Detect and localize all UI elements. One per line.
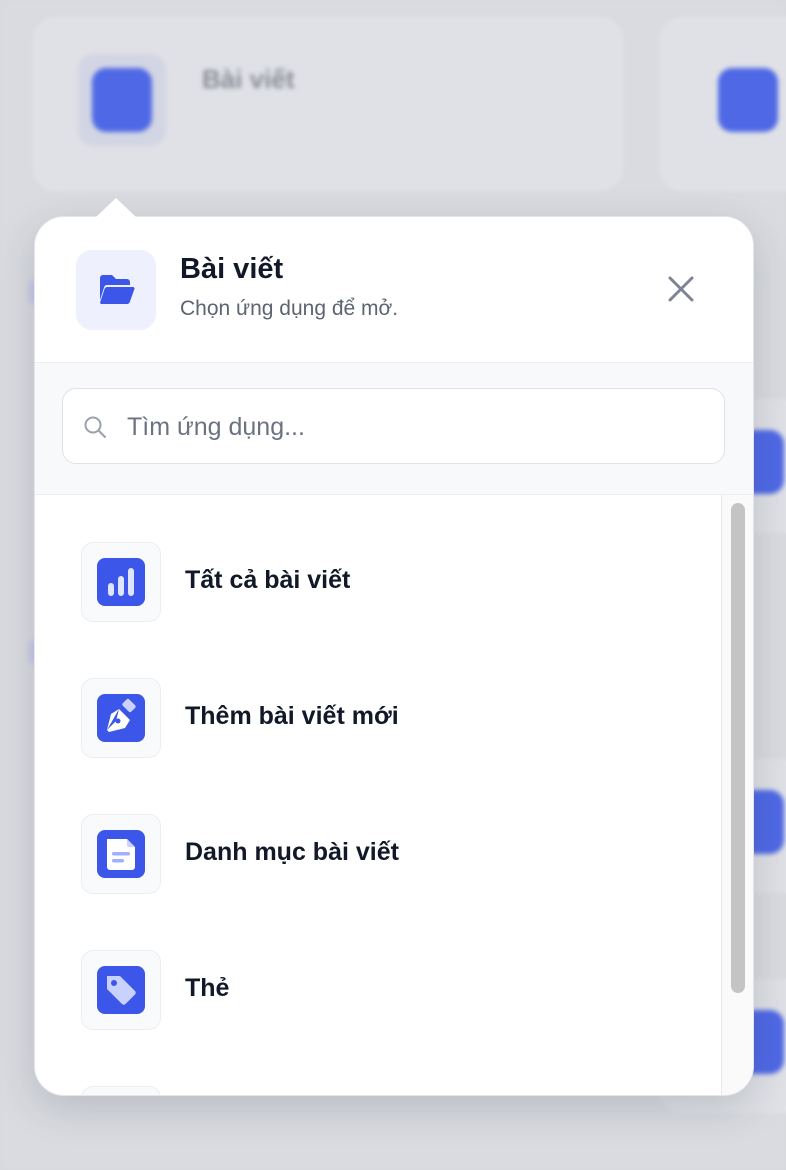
popover-caret — [96, 198, 136, 217]
search-icon — [84, 416, 106, 438]
app-picker-popover: Bài viết Chọn ứng dụng để mở. Tìm ứng dụ… — [34, 216, 754, 1096]
app-item-partial[interactable] — [81, 1086, 681, 1095]
app-item-label: Thẻ — [185, 974, 230, 1002]
close-button[interactable] — [659, 267, 703, 311]
pen-nib-icon — [97, 694, 145, 742]
app-item-label: Danh mục bài viết — [185, 838, 399, 866]
app-item-label: Tất cả bài viết — [185, 566, 351, 594]
app-item-icon-frame — [81, 1086, 161, 1095]
close-icon — [668, 276, 694, 302]
app-item-post-categories[interactable]: Danh mục bài viết — [81, 814, 681, 894]
popover-subtitle: Chọn ứng dụng để mở. — [180, 297, 399, 320]
app-item-icon-frame — [81, 814, 161, 894]
scrollbar-thumb[interactable] — [731, 503, 745, 993]
folder-open-icon — [76, 250, 156, 330]
app-item-tags[interactable]: Thẻ — [81, 950, 681, 1030]
document-icon — [97, 830, 145, 878]
search-box[interactable] — [62, 388, 725, 464]
app-item-icon-frame — [81, 950, 161, 1030]
background-card-title: Bài viết — [202, 64, 295, 94]
search-section — [35, 363, 753, 495]
bar-chart-icon — [97, 558, 145, 606]
app-item-add-post[interactable]: Thêm bài viết mới — [81, 678, 681, 758]
scrollbar[interactable] — [721, 495, 753, 1095]
popover-header: Bài viết Chọn ứng dụng để mở. — [35, 217, 753, 363]
background-card-icon — [92, 68, 152, 132]
popover-title: Bài viết — [180, 253, 284, 285]
app-item-all-posts[interactable]: Tất cả bài viết — [81, 542, 681, 622]
background-card-icon — [718, 68, 778, 132]
app-list: Tất cả bài viết Thêm bài viết mới Danh m… — [35, 495, 753, 1095]
app-item-icon-frame — [81, 678, 161, 758]
tag-icon — [97, 966, 145, 1014]
app-item-label: Thêm bài viết mới — [185, 702, 399, 730]
app-item-icon-frame — [81, 542, 161, 622]
search-input[interactable] — [125, 403, 709, 451]
